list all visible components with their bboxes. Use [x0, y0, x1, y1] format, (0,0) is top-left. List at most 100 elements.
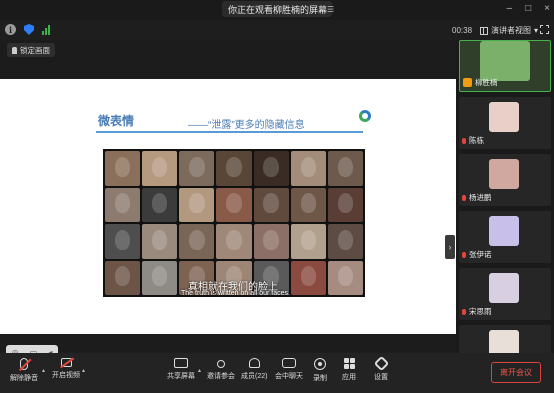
apps-button[interactable]: 应用 — [342, 358, 356, 382]
signal-icon[interactable] — [42, 24, 50, 35]
face-photo — [290, 151, 326, 186]
layout-icon — [480, 26, 488, 35]
start-video-label: 开启视频 — [52, 372, 80, 379]
maximize-icon[interactable]: □ — [525, 3, 531, 14]
participant-tile[interactable]: 柳胜楠 — [459, 40, 551, 92]
video-options-caret[interactable]: ▴ — [82, 367, 85, 374]
image-caption-english: The truth is written on all our faces. — [181, 290, 290, 297]
participant-name: 张伊诺 — [469, 250, 492, 259]
record-icon — [314, 358, 326, 370]
participant-tile[interactable]: 杨进鹏 — [459, 154, 551, 206]
face-photo — [253, 151, 289, 186]
share-screen-label: 共享屏幕 — [167, 373, 195, 380]
invite-button[interactable]: 邀请参会 — [207, 358, 235, 381]
mic-muted-icon — [462, 137, 466, 144]
chat-icon — [282, 358, 296, 368]
unmute-label: 解除静音 — [10, 375, 38, 382]
slide-title: 微表情 — [98, 114, 135, 128]
screen-share-indicator[interactable]: 你正在观看柳胜楠的屏幕 ☰ — [222, 1, 334, 17]
participant-name-row: 宋思雨 — [462, 306, 492, 317]
face-photo — [253, 224, 289, 259]
participant-name-row: 柳胜楠 — [463, 77, 498, 88]
view-switcher[interactable]: 演讲者视图 ▾ — [480, 25, 538, 36]
participant-tile[interactable]: 张伊诺 — [459, 211, 551, 263]
share-options-caret[interactable]: ▴ — [198, 367, 201, 374]
invite-icon — [217, 360, 225, 368]
participant-tile[interactable]: 陈栋 — [459, 97, 551, 149]
settings-icon — [373, 355, 389, 372]
face-photo — [142, 151, 178, 186]
participant-name: 陈栋 — [469, 136, 484, 145]
face-photo — [327, 151, 363, 186]
faces-collage-image — [103, 149, 365, 297]
face-photo — [105, 151, 141, 186]
share-screen-button[interactable]: 共享屏幕 — [167, 358, 195, 381]
view-label: 演讲者视图 — [491, 26, 531, 35]
slide-subtitle: ——“泄露”更多的隐藏信息 — [188, 120, 305, 131]
members-button[interactable]: 成员(22) — [241, 358, 267, 381]
minimize-icon[interactable]: – — [507, 3, 513, 14]
members-label: 成员(22) — [241, 373, 268, 380]
mic-muted-icon — [462, 308, 466, 315]
info-bar: i 00:38 演讲者视图 ▾ — [0, 20, 554, 40]
chevron-down-icon: ▾ — [534, 26, 539, 35]
leave-meeting-button[interactable]: 离开会议 — [491, 362, 541, 383]
slide-divider — [96, 131, 363, 133]
face-photo — [142, 187, 178, 222]
fullscreen-icon[interactable] — [540, 25, 549, 34]
members-icon — [248, 358, 260, 368]
participant-name: 柳胜楠 — [475, 78, 498, 87]
chat-button[interactable]: 会中聊天 — [275, 358, 303, 381]
window-controls: – □ × — [507, 3, 550, 14]
face-photo — [216, 187, 252, 222]
mic-muted-icon — [462, 194, 466, 201]
presentation-slide: 微表情 ——“泄露”更多的隐藏信息 真相就在我们的脸上 The truth is… — [0, 79, 456, 359]
mic-muted-icon — [462, 251, 466, 258]
share-screen-icon — [174, 358, 188, 368]
pin-icon — [12, 46, 17, 54]
face-photo — [327, 260, 363, 295]
unmute-button[interactable]: 解除静音 — [10, 358, 38, 383]
logo-icon — [359, 110, 371, 122]
close-icon[interactable]: × — [544, 3, 550, 14]
start-video-button[interactable]: 开启视频 — [52, 358, 80, 380]
record-label: 录制 — [313, 375, 327, 382]
face-photo — [179, 224, 215, 259]
avatar — [489, 159, 519, 189]
face-photo — [216, 224, 252, 259]
face-photo — [216, 151, 252, 186]
participant-list: 柳胜楠陈栋杨进鹏张伊诺宋思雨 — [456, 40, 554, 377]
title-bar: 你正在观看柳胜楠的屏幕 ☰ – □ × — [0, 0, 554, 20]
apps-label: 应用 — [342, 374, 356, 381]
face-photo — [290, 260, 326, 295]
meeting-toolbar: 解除静音 ▴ 开启视频 ▴ 共享屏幕 ▴ 邀请参会 成员(22) 会中聊天 录制 — [0, 353, 554, 393]
face-photo — [290, 224, 326, 259]
apps-icon — [343, 358, 355, 369]
audio-options-caret[interactable]: ▴ — [42, 367, 45, 374]
settings-label: 设置 — [374, 374, 388, 381]
participant-name: 杨进鹏 — [469, 193, 492, 202]
lock-view-button[interactable]: 锁定画面 — [7, 43, 55, 57]
settings-button[interactable]: 设置 — [373, 355, 389, 382]
meeting-status-icons: i — [5, 24, 50, 35]
face-photo — [290, 187, 326, 222]
invite-label: 邀请参会 — [207, 373, 235, 380]
camera-off-icon — [60, 358, 72, 367]
meeting-timer: 00:38 — [452, 26, 473, 35]
participant-name: 宋思雨 — [469, 307, 492, 316]
avatar — [489, 102, 519, 132]
face-photo — [253, 187, 289, 222]
face-photo — [179, 151, 215, 186]
avatar — [480, 41, 530, 81]
face-photo — [327, 187, 363, 222]
face-photo — [105, 224, 141, 259]
shield-icon[interactable] — [24, 24, 34, 35]
info-icon[interactable]: i — [5, 24, 16, 35]
record-button[interactable]: 录制 — [313, 358, 327, 383]
participant-tile[interactable]: 宋思雨 — [459, 268, 551, 320]
collapse-sidebar-handle[interactable]: › — [445, 235, 455, 259]
menu-icon[interactable]: ☰ — [327, 5, 334, 14]
lock-view-label: 锁定画面 — [20, 45, 50, 55]
face-photo — [179, 187, 215, 222]
avatar — [489, 216, 519, 246]
